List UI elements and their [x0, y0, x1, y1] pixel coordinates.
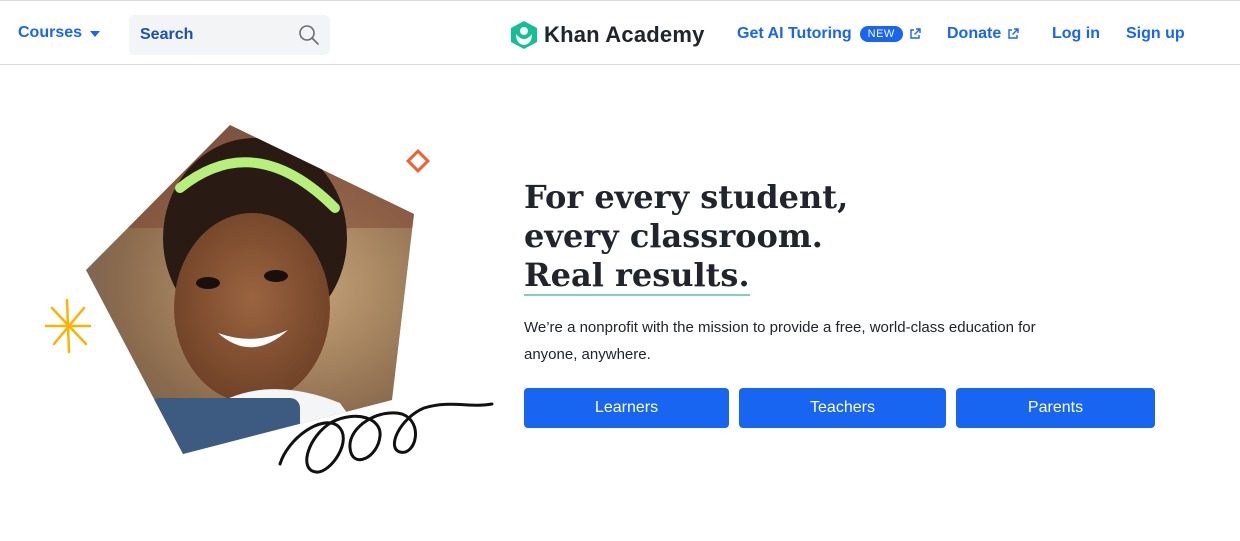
logo-wordmark: Khan Academy — [544, 22, 705, 47]
khan-academy-logo[interactable]: Khan Academy — [510, 20, 705, 50]
chevron-down-icon — [90, 31, 101, 37]
sparkle-decoration — [44, 298, 92, 354]
hero-description: We’re a nonprofit with the mission to pr… — [524, 319, 1036, 363]
search-input[interactable] — [140, 26, 290, 44]
headline-line-3: Real results. — [524, 256, 750, 296]
hero-illustration — [44, 125, 494, 474]
teachers-button[interactable]: Teachers — [739, 388, 946, 428]
headline-line-2: every classroom. — [524, 217, 823, 255]
student-photo — [86, 125, 414, 454]
signup-link[interactable]: Sign up — [1126, 25, 1185, 43]
donate-link[interactable]: Donate — [947, 25, 1019, 43]
diamond-decoration — [405, 148, 431, 174]
headline-line-1: For every student, — [524, 178, 849, 216]
get-ai-tutoring-link[interactable]: Get AI Tutoring NEW — [737, 25, 921, 43]
external-link-icon — [1008, 28, 1019, 39]
search-box[interactable] — [129, 15, 330, 55]
courses-menu-button[interactable]: Courses — [18, 24, 101, 42]
top-navigation-bar: Courses Khan Academy Get AI Tutoring NEW… — [0, 0, 1240, 65]
ai-tutoring-label: Get AI Tutoring — [737, 25, 852, 42]
parents-button[interactable]: Parents — [956, 388, 1155, 428]
login-link[interactable]: Log in — [1052, 25, 1100, 43]
external-link-icon — [910, 28, 921, 39]
new-badge: NEW — [859, 26, 903, 42]
learners-button[interactable]: Learners — [524, 388, 729, 428]
courses-label: Courses — [18, 24, 83, 41]
donate-label: Donate — [947, 25, 1002, 42]
hero-headline: For every student, every classroom. Real… — [524, 178, 848, 296]
signup-label: Sign up — [1126, 25, 1185, 42]
login-label: Log in — [1052, 25, 1100, 42]
search-icon[interactable] — [298, 24, 320, 46]
khan-academy-hexagon-icon — [511, 21, 537, 49]
